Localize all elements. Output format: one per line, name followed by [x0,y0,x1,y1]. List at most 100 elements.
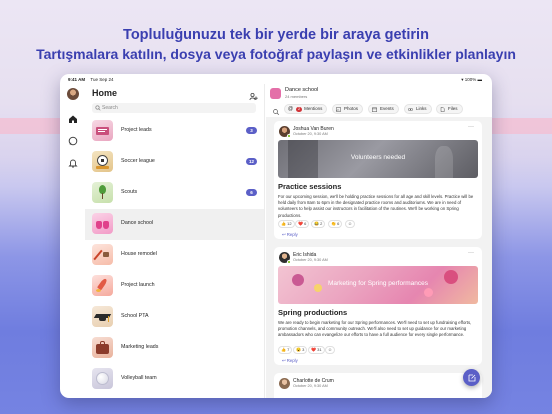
user-avatar[interactable] [67,88,79,100]
list-item[interactable]: Volleyball team [85,364,264,395]
battery-indicator: ▾ 100% ▬ [461,77,482,83]
reaction-chip[interactable]: ❤️ 31 [308,346,325,354]
photo-icon [336,107,341,112]
list-item[interactable]: Dance school [85,209,264,240]
tab-events[interactable]: Events [368,104,399,114]
reaction-chip[interactable]: 👏 6 [328,220,343,228]
marketing-thumb [92,337,113,358]
tab-mentions[interactable]: @ 2 Mentions [284,104,328,114]
project-leads-thumb [92,120,113,141]
add-reaction-icon[interactable]: ☺ [325,346,336,354]
reaction-bar: 👍 12 ❤️ 6 😂 2 👏 6 ☺ [278,220,378,228]
tab-label: Files [448,106,458,111]
add-reaction-icon[interactable]: ☺ [345,220,356,228]
file-icon [440,107,445,112]
post-date: October 20, 9:30 AM [293,132,328,136]
reply-button[interactable]: ↩ Reply [282,358,298,364]
tab-links[interactable]: Links [404,104,432,114]
reply-button[interactable]: ↩ Reply [282,232,298,238]
post-date: October 20, 9:30 AM [293,258,328,262]
list-item-label: Scouts [121,189,138,195]
post-feed: Joshua Van Buren October 20, 9:30 AM ···… [266,117,492,398]
search-icon[interactable] [272,104,280,116]
more-options-icon[interactable]: ··· [468,250,474,256]
reaction-chip[interactable]: ❤️ 6 [295,220,310,228]
home-icon[interactable] [68,111,78,123]
author-avatar[interactable] [279,378,290,389]
post-title: Spring productions [278,308,348,317]
author-avatar[interactable] [279,252,291,264]
battery-level: 100% [464,77,477,82]
banner-text: Volunteers needed [350,154,406,161]
list-item-label: Marketing leads [121,344,159,350]
post-card: Joshua Van Buren October 20, 9:30 AM ···… [274,121,482,239]
at-icon: @ [288,106,294,112]
pta-thumb [92,306,113,327]
list-item-label: Volleyball team [121,375,157,381]
post-body: We are ready to begin marketing for our … [278,320,472,338]
more-options-icon[interactable]: ··· [468,124,474,130]
compose-button[interactable] [463,369,480,386]
author-avatar[interactable] [279,126,291,138]
post-body: For our upcoming session, we'll be holdi… [278,194,474,218]
post-title: Practice sessions [278,182,342,191]
group-members[interactable]: 24 members [285,94,307,99]
list-item[interactable]: House remodel [85,240,264,271]
list-item[interactable]: Project leads 3 [85,116,264,147]
list-item[interactable]: Project launch [85,271,264,302]
mentions-count: 2 [296,107,303,112]
chat-icon[interactable] [68,133,78,146]
group-title[interactable]: Dance school [285,87,318,93]
house-thumb [92,244,113,265]
banner-text: Marketing for Spring performances [327,280,429,287]
status-time: 9:41 AM [68,77,86,82]
presence-indicator [287,260,291,264]
tab-photos[interactable]: Photos [332,104,364,114]
post-banner[interactable]: Volunteers needed [278,140,478,178]
reply-label: Reply [286,232,298,237]
list-item[interactable]: Scouts 6 [85,178,264,209]
reaction-chip[interactable]: 😂 2 [311,220,326,228]
dance-thumb [92,213,113,234]
unread-badge: 6 [246,189,257,196]
promo-headline: Topluluğunuzu tek bir yerde bir araya ge… [123,27,429,43]
unread-badge: 3 [246,127,257,134]
post-banner[interactable]: Marketing for Spring performances [278,266,478,304]
tab-label: Events [380,106,394,111]
bell-icon[interactable] [68,155,78,168]
page-title: Home [92,88,118,98]
reaction-chip[interactable]: 👍 7 [278,346,293,354]
reaction-bar: 👍 7 😮 3 ❤️ 31 ☺ [278,346,358,354]
list-item-label: House remodel [121,251,157,257]
search-input[interactable]: Search [92,103,256,113]
volleyball-thumb [92,368,113,389]
scouts-thumb [92,182,113,203]
tab-files[interactable]: Files [436,104,463,114]
post-date: October 20, 9:30 AM [293,384,328,388]
list-item[interactable]: Marketing leads [85,333,264,364]
tab-label: Links [416,106,427,111]
wifi-icon: ▾ [461,77,464,82]
soccer-thumb [92,151,113,172]
post-card: Eric Ishida October 20, 9:30 AM ··· Mark… [274,247,482,365]
reaction-chip[interactable]: 👍 12 [278,220,295,228]
list-item[interactable]: School PTA [85,302,264,333]
chat-list: Project leads 3 Soccer league 12 Scouts … [85,116,264,395]
list-item-label: Soccer league [121,158,155,164]
unread-badge: 12 [246,158,257,165]
app-rail [60,84,85,398]
new-group-icon[interactable] [249,88,258,101]
group-avatar[interactable] [270,88,281,99]
list-item[interactable]: Soccer league 12 [85,147,264,178]
list-item-label: Project launch [121,282,155,288]
reply-label: Reply [286,358,298,363]
launch-thumb [92,275,113,296]
reaction-chip[interactable]: 😮 3 [293,346,308,354]
search-icon [95,105,101,111]
search-placeholder: Search [102,105,118,111]
chat-list-pane: Home Search Project leads 3 Soccer leagu… [85,84,265,398]
list-item-label: Project leads [121,127,152,133]
status-date: Tue Sep 24 [90,77,114,82]
post-card: Charlotte de Crum October 20, 9:30 AM [274,373,482,398]
filter-tabs: @ 2 Mentions Photos Events Links Files [270,104,488,116]
